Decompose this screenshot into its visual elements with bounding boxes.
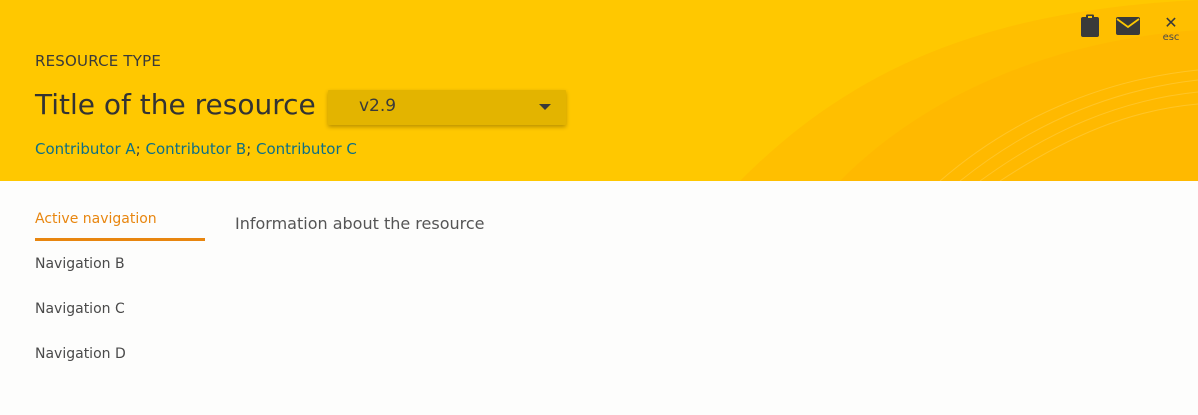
sidebar-item-navigation-d[interactable]: Navigation D — [35, 335, 205, 380]
contributor-separator: ; — [246, 140, 257, 158]
close-button[interactable]: ✕ esc — [1160, 13, 1182, 46]
page-title: Title of the resource — [35, 88, 316, 121]
resource-header: RESOURCE TYPE Title of the resource v2.9… — [0, 0, 1198, 181]
contributor-link[interactable]: Contributor B — [146, 140, 247, 158]
sidebar-navigation: Active navigation Navigation B Navigatio… — [35, 200, 205, 380]
sidebar-item-navigation-c[interactable]: Navigation C — [35, 290, 205, 335]
resource-information: Information about the resource — [235, 214, 485, 233]
contributor-list: Contributor A; Contributor B; Contributo… — [35, 140, 357, 158]
mail-icon[interactable] — [1116, 17, 1140, 35]
sidebar-item-active-navigation[interactable]: Active navigation — [35, 200, 205, 241]
header-actions: ✕ esc — [1078, 12, 1188, 48]
resource-type-label: RESOURCE TYPE — [35, 52, 162, 70]
chevron-down-icon — [539, 104, 551, 110]
contributor-separator: ; — [135, 140, 146, 158]
version-select[interactable]: v2.9 — [328, 90, 566, 125]
sidebar-item-navigation-b[interactable]: Navigation B — [35, 245, 205, 290]
close-icon: ✕ — [1164, 13, 1178, 32]
contributor-link[interactable]: Contributor A — [35, 140, 136, 158]
version-select-value: v2.9 — [359, 96, 397, 116]
contributor-link[interactable]: Contributor C — [256, 140, 357, 158]
close-shortcut-label: esc — [1162, 32, 1180, 43]
clipboard-icon[interactable] — [1080, 14, 1100, 38]
